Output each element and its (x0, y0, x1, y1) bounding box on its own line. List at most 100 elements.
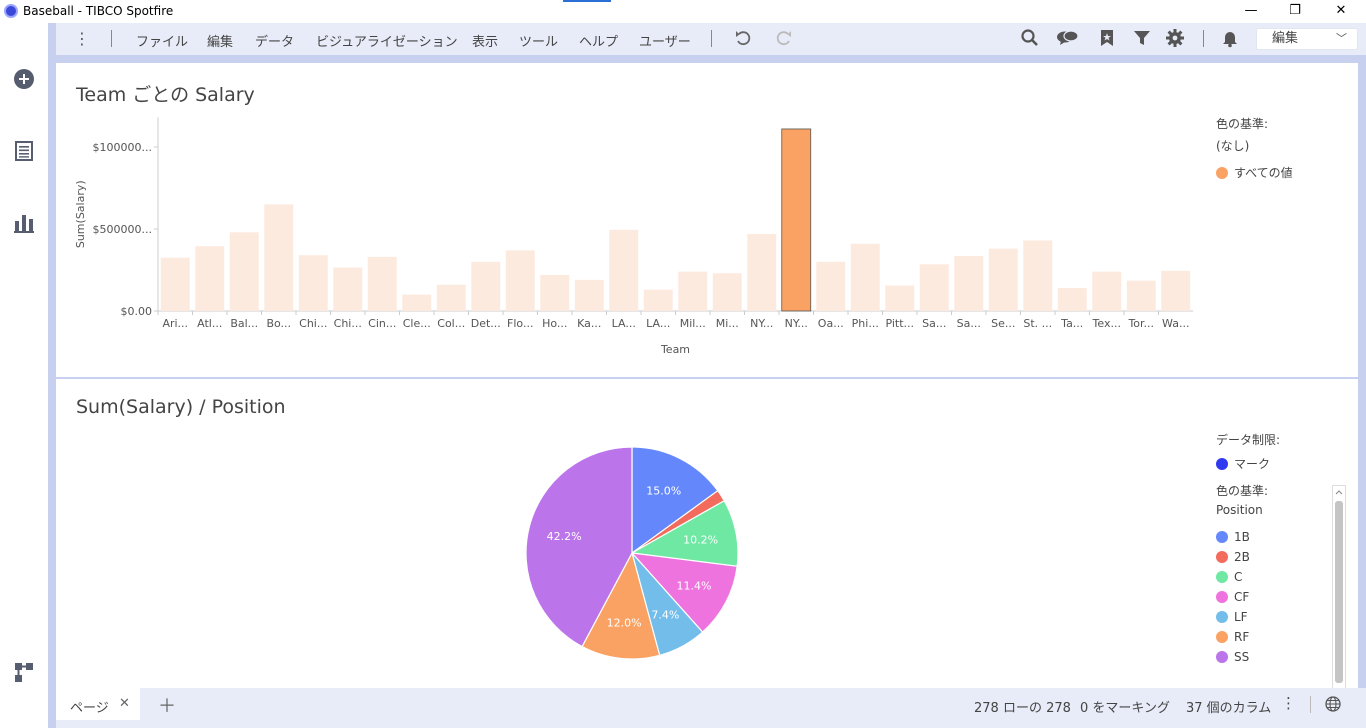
bar-4[interactable] (298, 255, 328, 311)
x-tick-label: Ho... (542, 317, 567, 330)
pie-legend-label: C (1234, 570, 1243, 584)
bar-23[interactable] (954, 256, 984, 311)
x-tick-label: LA... (612, 317, 636, 330)
minimize-button[interactable]: — (1228, 0, 1274, 23)
pie-chart[interactable]: 15.0% 10.2% 11.4% 7.4% 12.0% 42.2% (502, 433, 762, 673)
bar-20[interactable] (850, 243, 880, 311)
x-tick-label: Sa... (957, 317, 981, 330)
pie-slice-label: 10.2% (683, 533, 718, 546)
bar-14[interactable] (643, 289, 673, 311)
menu-view[interactable]: 表示 (472, 31, 498, 50)
menu-data[interactable]: データ (255, 31, 294, 50)
visualization-icon[interactable] (13, 212, 35, 234)
bar-3[interactable] (264, 204, 294, 311)
pie-legend-item-SS[interactable]: SS (1216, 650, 1249, 666)
menu-help[interactable]: ヘルプ (579, 31, 618, 50)
bar-28[interactable] (1126, 280, 1156, 311)
add-icon[interactable] (13, 68, 35, 90)
globe-icon[interactable] (1325, 696, 1341, 715)
close-page-icon[interactable]: ✕ (119, 696, 130, 711)
bar-5[interactable] (333, 267, 363, 311)
left-rail (0, 23, 48, 728)
visualization-canvas: Team ごとの Salary $0.00 $500000... $100000..… (56, 55, 1366, 728)
x-tick-label: Det... (471, 317, 501, 330)
settings-gear-icon[interactable] (1165, 28, 1185, 48)
menu-edit[interactable]: 編集 (207, 31, 233, 50)
notification-bell-icon[interactable] (1220, 28, 1240, 48)
close-button[interactable]: ✕ (1318, 0, 1364, 23)
menu-tools[interactable]: ツール (519, 31, 558, 50)
search-icon[interactable] (1020, 28, 1040, 48)
rail-divider (48, 23, 56, 728)
data-flow-icon[interactable] (13, 661, 35, 683)
title-accent-line (563, 0, 611, 2)
bar-27[interactable] (1092, 271, 1122, 311)
pie-legend-item-1B[interactable]: 1B (1216, 530, 1250, 546)
bar-10[interactable] (505, 250, 535, 311)
x-tick-label: Col... (437, 317, 465, 330)
bar-22[interactable] (919, 264, 949, 311)
legend-swatch (1216, 631, 1228, 643)
pie-legend-label: CF (1234, 590, 1250, 604)
bar-11[interactable] (540, 274, 570, 311)
bar-17[interactable] (747, 233, 777, 311)
filter-icon[interactable] (1132, 28, 1152, 48)
bar-25[interactable] (1023, 240, 1053, 311)
status-more-icon[interactable]: ⋮ (1281, 694, 1296, 712)
pie-chart-panel[interactable]: Sum(Salary) / Position 15.0% 10.2% 11.4% 7.… (56, 379, 1358, 728)
x-tick-label: Pitt... (885, 317, 914, 330)
bar-1[interactable] (195, 246, 225, 311)
bar-8[interactable] (436, 284, 466, 311)
pie-legend-item-C[interactable]: C (1216, 570, 1242, 586)
x-tick-label: Mil... (680, 317, 706, 330)
pie-legend-item-2B[interactable]: 2B (1216, 550, 1250, 566)
pie-legend-item-LF[interactable]: LF (1216, 610, 1248, 626)
bar-18[interactable] (781, 128, 812, 312)
menu-user[interactable]: ユーザー (639, 31, 691, 50)
pie-slice-label: 15.0% (646, 485, 681, 498)
pie-slice-label: 12.0% (607, 617, 642, 630)
x-tick-label: Cin... (368, 317, 396, 330)
bar-chart-panel[interactable]: Team ごとの Salary $0.00 $500000... $100000..… (56, 63, 1358, 377)
bar-13[interactable] (609, 229, 639, 311)
bar-16[interactable] (712, 273, 742, 311)
bar-6[interactable] (367, 256, 397, 311)
bar-24[interactable] (988, 248, 1018, 311)
edit-mode-label: 編集 (1272, 31, 1299, 46)
menu-separator (111, 30, 112, 47)
pie-legend-item-RF[interactable]: RF (1216, 630, 1249, 646)
more-menu-icon[interactable]: ⋮ (74, 29, 90, 49)
bookmark-icon[interactable] (1097, 28, 1117, 48)
pie-legend-item-CF[interactable]: CF (1216, 590, 1249, 606)
bar-12[interactable] (574, 279, 604, 311)
bar-19[interactable] (816, 261, 846, 311)
undo-icon[interactable] (733, 28, 753, 48)
bar-7[interactable] (402, 294, 432, 311)
marking-label: マーク (1234, 457, 1271, 471)
bar-chart[interactable]: $0.00 $500000... $100000... Sum(Salary) Ari.… (56, 63, 1196, 363)
pie-legend-label: RF (1234, 630, 1250, 644)
data-table-icon[interactable] (13, 140, 35, 162)
bar-21[interactable] (885, 285, 915, 311)
pie-legend-label: SS (1234, 650, 1250, 664)
marking-legend-item[interactable]: マーク (1216, 455, 1270, 471)
bar-0[interactable] (160, 257, 190, 311)
restore-button[interactable]: ❐ (1272, 0, 1318, 23)
comments-icon[interactable] (1056, 28, 1080, 48)
y-axis-label: Sum(Salary) (74, 180, 87, 248)
bar-15[interactable] (678, 271, 708, 311)
legend-swatch (1216, 651, 1228, 663)
add-page-icon[interactable]: ＋ (158, 692, 176, 718)
bar-29[interactable] (1161, 270, 1191, 311)
bar-9[interactable] (471, 261, 501, 311)
edit-mode-dropdown[interactable]: 編集 ﹀ (1256, 28, 1358, 50)
title-bar: Baseball - TIBCO Spotfire — ❐ ✕ (0, 0, 1366, 23)
bar-26[interactable] (1057, 288, 1087, 311)
redo-icon[interactable] (774, 28, 794, 48)
menu-file[interactable]: ファイル (136, 31, 188, 50)
bar-legend-item[interactable]: すべての値 (1216, 164, 1293, 180)
menu-visualization[interactable]: ビジュアライゼーション (316, 31, 458, 50)
bar-2[interactable] (229, 232, 259, 311)
pie-slice-label: 42.2% (547, 530, 582, 543)
page-tab[interactable]: ページ ✕ (56, 688, 140, 720)
